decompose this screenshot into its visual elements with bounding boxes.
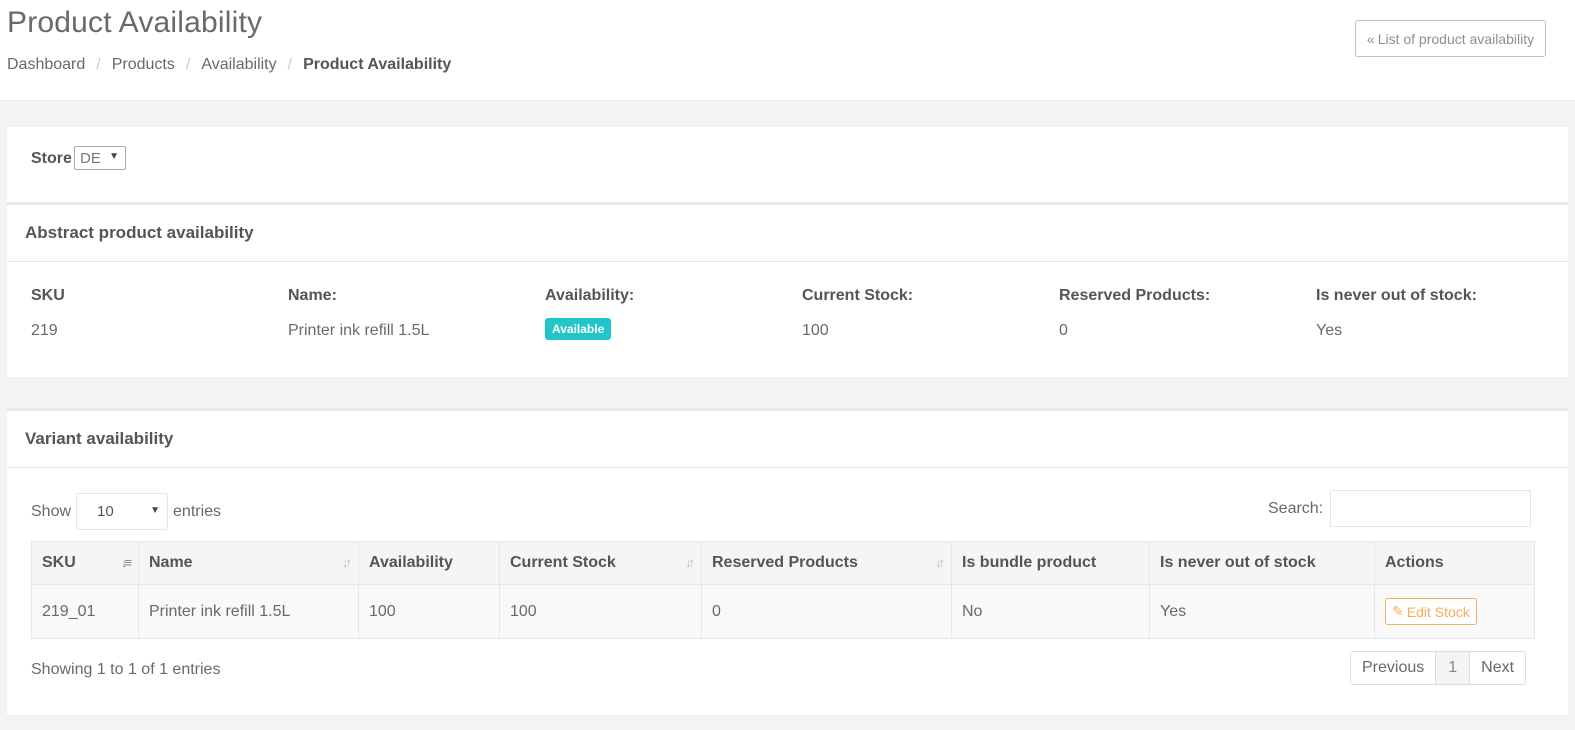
breadcrumb-availability[interactable]: Availability xyxy=(201,56,276,74)
column-header-label: Actions xyxy=(1385,554,1444,571)
column-header-availability: Availability xyxy=(358,541,500,585)
store-select-value: DE xyxy=(80,149,101,167)
abstract-sku-value: 219 xyxy=(31,322,58,339)
column-header-bundle: Is bundle product xyxy=(951,541,1150,585)
abstract-availability-panel: Abstract product availability SKU 219 Na… xyxy=(7,202,1568,377)
column-header-sku[interactable]: SKU ↓≡ xyxy=(31,541,139,585)
pagination-previous[interactable]: Previous xyxy=(1351,652,1435,684)
abstract-stock-column: Current Stock: 100 xyxy=(802,287,1059,340)
column-header-actions: Actions xyxy=(1374,541,1535,585)
entries-label: entries xyxy=(173,502,222,520)
cell-current-stock: 100 xyxy=(499,584,702,639)
column-header: Availability: xyxy=(545,287,635,304)
cell-availability: 100 xyxy=(358,584,500,639)
dropdown-arrow-icon: ▼ xyxy=(109,151,119,162)
column-header-label: Reserved Products xyxy=(712,554,858,571)
abstract-reserved-column: Reserved Products: 0 xyxy=(1059,287,1316,340)
abstract-panel-title: Abstract product availability xyxy=(7,205,1568,262)
table-row: 219_01 Printer ink refill 1.5L 100 100 0… xyxy=(31,584,1535,639)
search-label: Search: xyxy=(1268,499,1324,517)
breadcrumb-dashboard[interactable]: Dashboard xyxy=(7,56,85,74)
search-input[interactable] xyxy=(1330,490,1532,527)
column-header-label: Is bundle product xyxy=(962,554,1097,571)
breadcrumb-current: Product Availability xyxy=(303,56,452,73)
availability-badge: Available xyxy=(545,318,612,340)
abstract-name-column: Name: Printer ink refill 1.5L xyxy=(288,287,545,340)
column-header: SKU xyxy=(31,287,65,304)
abstract-availability-column: Availability: Available xyxy=(545,287,802,340)
table-info: Showing 1 to 1 of 1 entries xyxy=(31,661,221,678)
variant-panel-title: Variant availability xyxy=(7,411,1568,468)
show-label: Show xyxy=(31,502,72,520)
list-of-product-availability-button[interactable]: « List of product availability xyxy=(1355,20,1546,57)
column-header-label: Current Stock xyxy=(510,554,616,571)
store-panel: Store DE ▼ xyxy=(7,127,1568,202)
store-label: Store xyxy=(31,150,72,167)
edit-stock-button[interactable]: ✎ Edit Stock xyxy=(1385,598,1477,625)
pagination: Previous 1 Next xyxy=(1350,651,1527,685)
double-chevron-left-icon: « xyxy=(1366,30,1375,47)
back-button-label: List of product availability xyxy=(1377,30,1535,47)
cell-never-out: Yes xyxy=(1149,584,1375,639)
column-header-label: Is never out of stock xyxy=(1160,554,1316,571)
variant-table: SKU ↓≡ Name ↓↑ Availability Current Stoc… xyxy=(31,541,1535,639)
abstract-name-value: Printer ink refill 1.5L xyxy=(288,322,430,339)
edit-icon: ✎ xyxy=(1392,603,1404,619)
sort-icon: ↓↑ xyxy=(342,555,352,570)
cell-actions: ✎ Edit Stock xyxy=(1374,584,1535,639)
breadcrumb: Dashboard / Products / Availability / Pr… xyxy=(7,56,451,74)
breadcrumb-separator: / xyxy=(287,56,293,73)
breadcrumb-products[interactable]: Products xyxy=(112,56,175,74)
breadcrumb-separator: / xyxy=(96,56,101,73)
abstract-never-out-value: Yes xyxy=(1316,322,1343,339)
edit-stock-label: Edit Stock xyxy=(1406,603,1470,620)
dropdown-arrow-icon: ▼ xyxy=(150,505,161,516)
column-header-current-stock[interactable]: Current Stock ↓↑ xyxy=(499,541,702,585)
cell-reserved: 0 xyxy=(701,584,952,639)
cell-name: Printer ink refill 1.5L xyxy=(138,584,359,639)
abstract-reserved-value: 0 xyxy=(1059,322,1068,339)
page-length-value: 10 xyxy=(97,503,114,520)
table-header-row: SKU ↓≡ Name ↓↑ Availability Current Stoc… xyxy=(31,541,1535,585)
column-header-label: Availability xyxy=(369,554,453,571)
cell-sku: 219_01 xyxy=(31,584,139,639)
store-select[interactable]: DE ▼ xyxy=(74,146,126,170)
page-header: Product Availability Dashboard / Product… xyxy=(0,0,1575,101)
variant-availability-panel: Variant availability Show 10 ▼ entries S… xyxy=(7,408,1568,715)
column-header: Is never out of stock: xyxy=(1316,287,1477,304)
column-header-name[interactable]: Name ↓↑ xyxy=(138,541,359,585)
column-header-label: SKU xyxy=(42,554,76,571)
page-length-control: Show 10 ▼ entries xyxy=(31,493,221,530)
pagination-next[interactable]: Next xyxy=(1470,652,1525,684)
search-control: Search: xyxy=(1268,490,1532,527)
abstract-never-out-column: Is never out of stock: Yes xyxy=(1316,287,1573,340)
column-header: Name: xyxy=(288,287,337,304)
column-header-reserved[interactable]: Reserved Products ↓↑ xyxy=(701,541,952,585)
abstract-stock-value: 100 xyxy=(802,322,829,339)
column-header-never-out: Is never out of stock xyxy=(1149,541,1375,585)
page-title: Product Availability xyxy=(7,6,263,39)
sort-icon: ↓↑ xyxy=(935,555,945,570)
breadcrumb-separator: / xyxy=(185,56,191,73)
column-header: Reserved Products: xyxy=(1059,287,1211,304)
sort-icon: ↓≡ xyxy=(120,555,132,570)
cell-bundle: No xyxy=(951,584,1150,639)
pagination-page-1[interactable]: 1 xyxy=(1435,652,1471,684)
column-header-label: Name xyxy=(149,554,193,571)
page-length-select[interactable]: 10 ▼ xyxy=(76,493,169,530)
abstract-sku-column: SKU 219 xyxy=(31,287,288,340)
column-header: Current Stock: xyxy=(802,287,914,304)
sort-icon: ↓↑ xyxy=(685,555,695,570)
